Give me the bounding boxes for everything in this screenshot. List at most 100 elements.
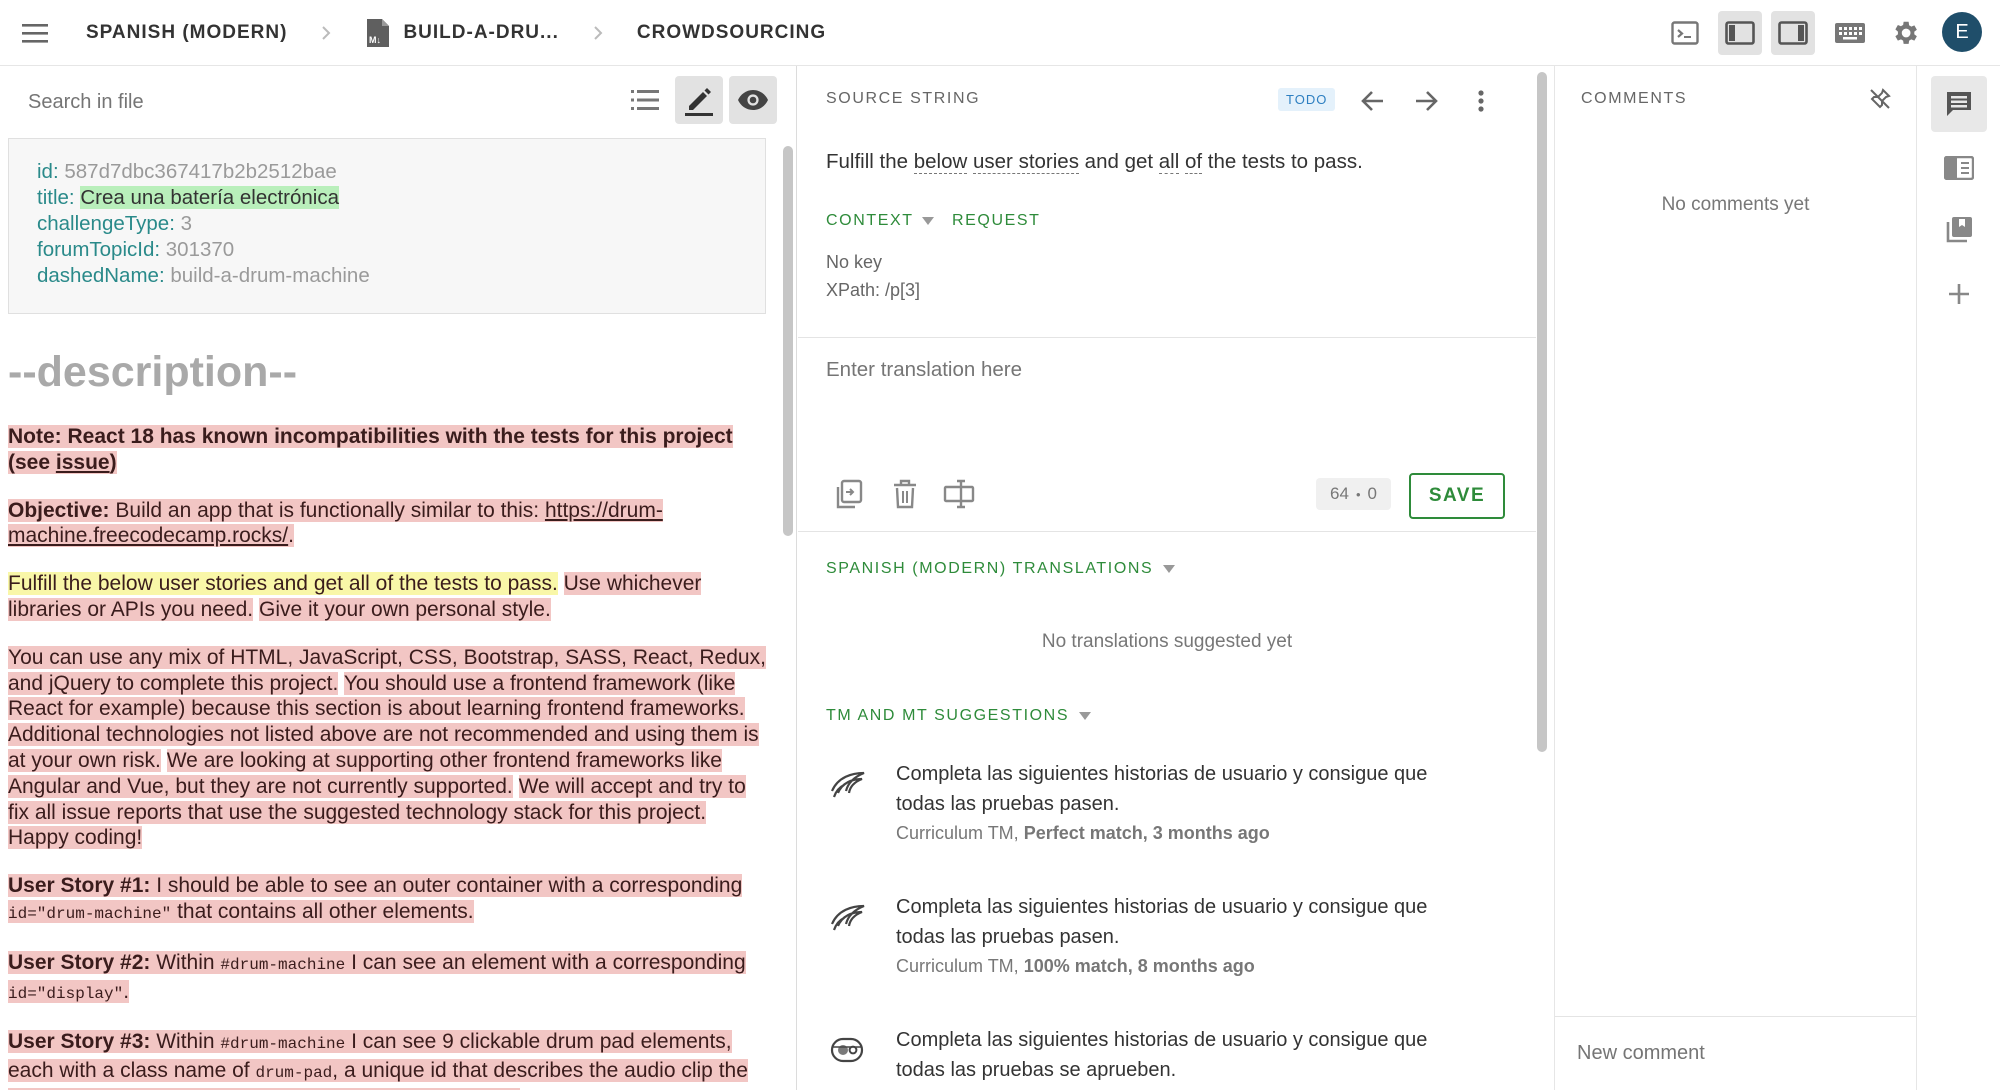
tm-wing-icon [830,769,866,799]
story-text: Within [150,1030,221,1054]
current-string[interactable]: Fulfill the below user stories and get a… [8,572,558,596]
arrow-left-icon [1361,91,1383,111]
source-string-text: Fulfill the below user stories and get a… [826,150,1363,174]
breadcrumb-project[interactable]: SPANISH (MODERN) [86,22,287,44]
edit-mode-button[interactable] [675,76,723,124]
suggestion-item[interactable]: Completa las siguientes historias de usu… [826,759,1486,869]
library-tab-button[interactable] [1931,202,1987,258]
untranslated-string[interactable]: Happy coding! [8,826,143,850]
avatar-letter: E [1955,20,1969,43]
glossary-term[interactable]: user stories [973,150,1079,174]
suggestion-match: Perfect match, 3 months ago [1023,823,1270,843]
new-comment-input[interactable] [1563,1031,1903,1075]
terminal-icon [1671,21,1699,45]
right-panel-icon [1778,21,1808,45]
untranslated-string[interactable]: Give it your own personal style. [258,597,551,621]
untranslated-string[interactable]: User Story #1: I should be able to see a… [8,874,743,923]
list-view-button[interactable] [621,76,669,124]
next-string-button[interactable] [1409,84,1443,118]
note-text-end: ) [109,450,117,474]
breadcrumb-file[interactable]: BUILD-A-DRU... [403,22,558,44]
suggestion-text: Completa las siguientes historias de usu… [896,1029,1428,1081]
glossary-term[interactable]: of [1184,150,1203,174]
request-tab[interactable]: REQUEST [952,212,1041,230]
error-count: 0 [1367,484,1377,503]
issue-link[interactable]: issue [56,451,110,474]
suggestion-text: Completa las siguientes historias de usu… [896,763,1428,815]
story-label: User Story #2: [8,950,151,974]
eye-icon [738,90,768,110]
translations-section-toggle[interactable]: SPANISH (MODERN) TRANSLATIONS [826,560,1176,578]
no-translations-message: No translations suggested yet [1041,631,1293,652]
suggestion-item[interactable]: Completa las siguientes historias de usu… [826,892,1486,1002]
inline-code: id="drum-machine" [8,904,172,923]
copy-source-icon [836,479,863,509]
inline-code: drum-pad [255,1064,333,1083]
tech-paragraph: You can use any mix of HTML, JavaScript,… [8,645,768,851]
copy-source-button[interactable] [833,479,865,513]
terminal-button[interactable] [1663,11,1707,55]
counter-separator: • [1355,486,1361,502]
front-matter-row: forumTopicId: 301370 [37,237,737,263]
front-matter-row: title: Crea una batería electrónica [37,185,737,211]
file-preview-panel: id: 587d7dbc367417b2b2512bae title: Crea… [0,66,797,1090]
glossary-term[interactable]: all [1158,150,1180,174]
front-matter-row: challengeType: 3 [37,211,737,237]
left-panel-toggle[interactable] [1718,11,1762,55]
objective-paragraph: Objective: Build an app that is function… [8,498,768,550]
more-options-button[interactable] [1464,84,1498,118]
book-open-icon [1944,156,1974,180]
divider [798,531,1536,532]
story-text: that contains all other elements. [171,899,474,923]
status-badge: TODO [1278,88,1336,111]
front-matter-key: forumTopicId: [37,238,161,261]
front-matter-row: id: 587d7dbc367417b2b2512bae [37,159,737,185]
avatar[interactable]: E [1942,12,1982,52]
unpin-panel-button[interactable] [1865,84,1895,114]
split-view-button[interactable] [943,479,977,513]
keyboard-button[interactable] [1828,11,1872,55]
context-tab[interactable]: CONTEXT [826,212,934,230]
front-matter-title-value[interactable]: Crea una batería electrónica [80,186,339,209]
request-tab-label: REQUEST [952,212,1041,229]
preview-mode-button[interactable] [729,76,777,124]
middle-scrollbar[interactable] [1537,72,1547,752]
right-panel-toggle[interactable] [1771,11,1815,55]
suggestion-meta: Curriculum TM, Perfect match, 3 months a… [896,823,1270,844]
source-string-label: SOURCE STRING [826,90,981,107]
front-matter-value: 587d7dbc367417b2b2512bae [64,160,337,183]
breadcrumb-workspace[interactable]: CROWDSOURCING [637,22,826,44]
settings-button[interactable] [1883,11,1927,55]
comments-tab-button[interactable] [1931,76,1987,132]
source-word: and get [1078,150,1159,173]
character-counter: 64 • 0 [1316,478,1391,510]
save-button[interactable]: SAVE [1409,473,1505,519]
pin-off-icon [1870,88,1891,109]
story-label: User Story #1: [8,874,151,898]
suggestions-section-toggle[interactable]: TM AND MT SUGGESTIONS [826,707,1092,725]
user-story-2: User Story #2: Within #drum-machine I ca… [8,950,768,1008]
search-input[interactable] [14,80,594,124]
suggestion-item[interactable]: Completa las siguientes historias de usu… [826,1025,1486,1090]
untranslated-string[interactable]: Note: React 18 has known incompatibiliti… [8,425,733,474]
front-matter-value: build-a-drum-machine [170,264,370,287]
svg-text:M↓: M↓ [369,35,381,45]
glossary-term[interactable]: below [913,150,968,174]
previous-string-button[interactable] [1356,84,1390,118]
menu-button[interactable] [18,17,52,49]
translation-input[interactable] [812,346,1512,456]
untranslated-string[interactable]: Objective: Build an app that is function… [8,498,663,548]
left-panel-icon [1725,21,1755,45]
suggestion-source: Curriculum TM, [896,823,1024,843]
fulfill-paragraph: Fulfill the below user stories and get a… [8,571,768,623]
user-story-3: User Story #3: Within #drum-machine I ca… [8,1029,768,1090]
add-app-button[interactable] [1931,266,1987,322]
glossary-tab-button[interactable] [1931,140,1987,196]
untranslated-string[interactable]: User Story #2: Within #drum-machine I ca… [8,950,746,1003]
description-heading: --description-- [8,348,298,396]
untranslated-string[interactable]: User Story #3: Within #drum-machine I ca… [8,1030,748,1090]
clear-translation-button[interactable] [893,479,919,513]
left-scrollbar[interactable] [783,146,793,536]
suggestion-text: Completa las siguientes historias de usu… [896,896,1428,948]
story-text: . [123,979,130,1003]
